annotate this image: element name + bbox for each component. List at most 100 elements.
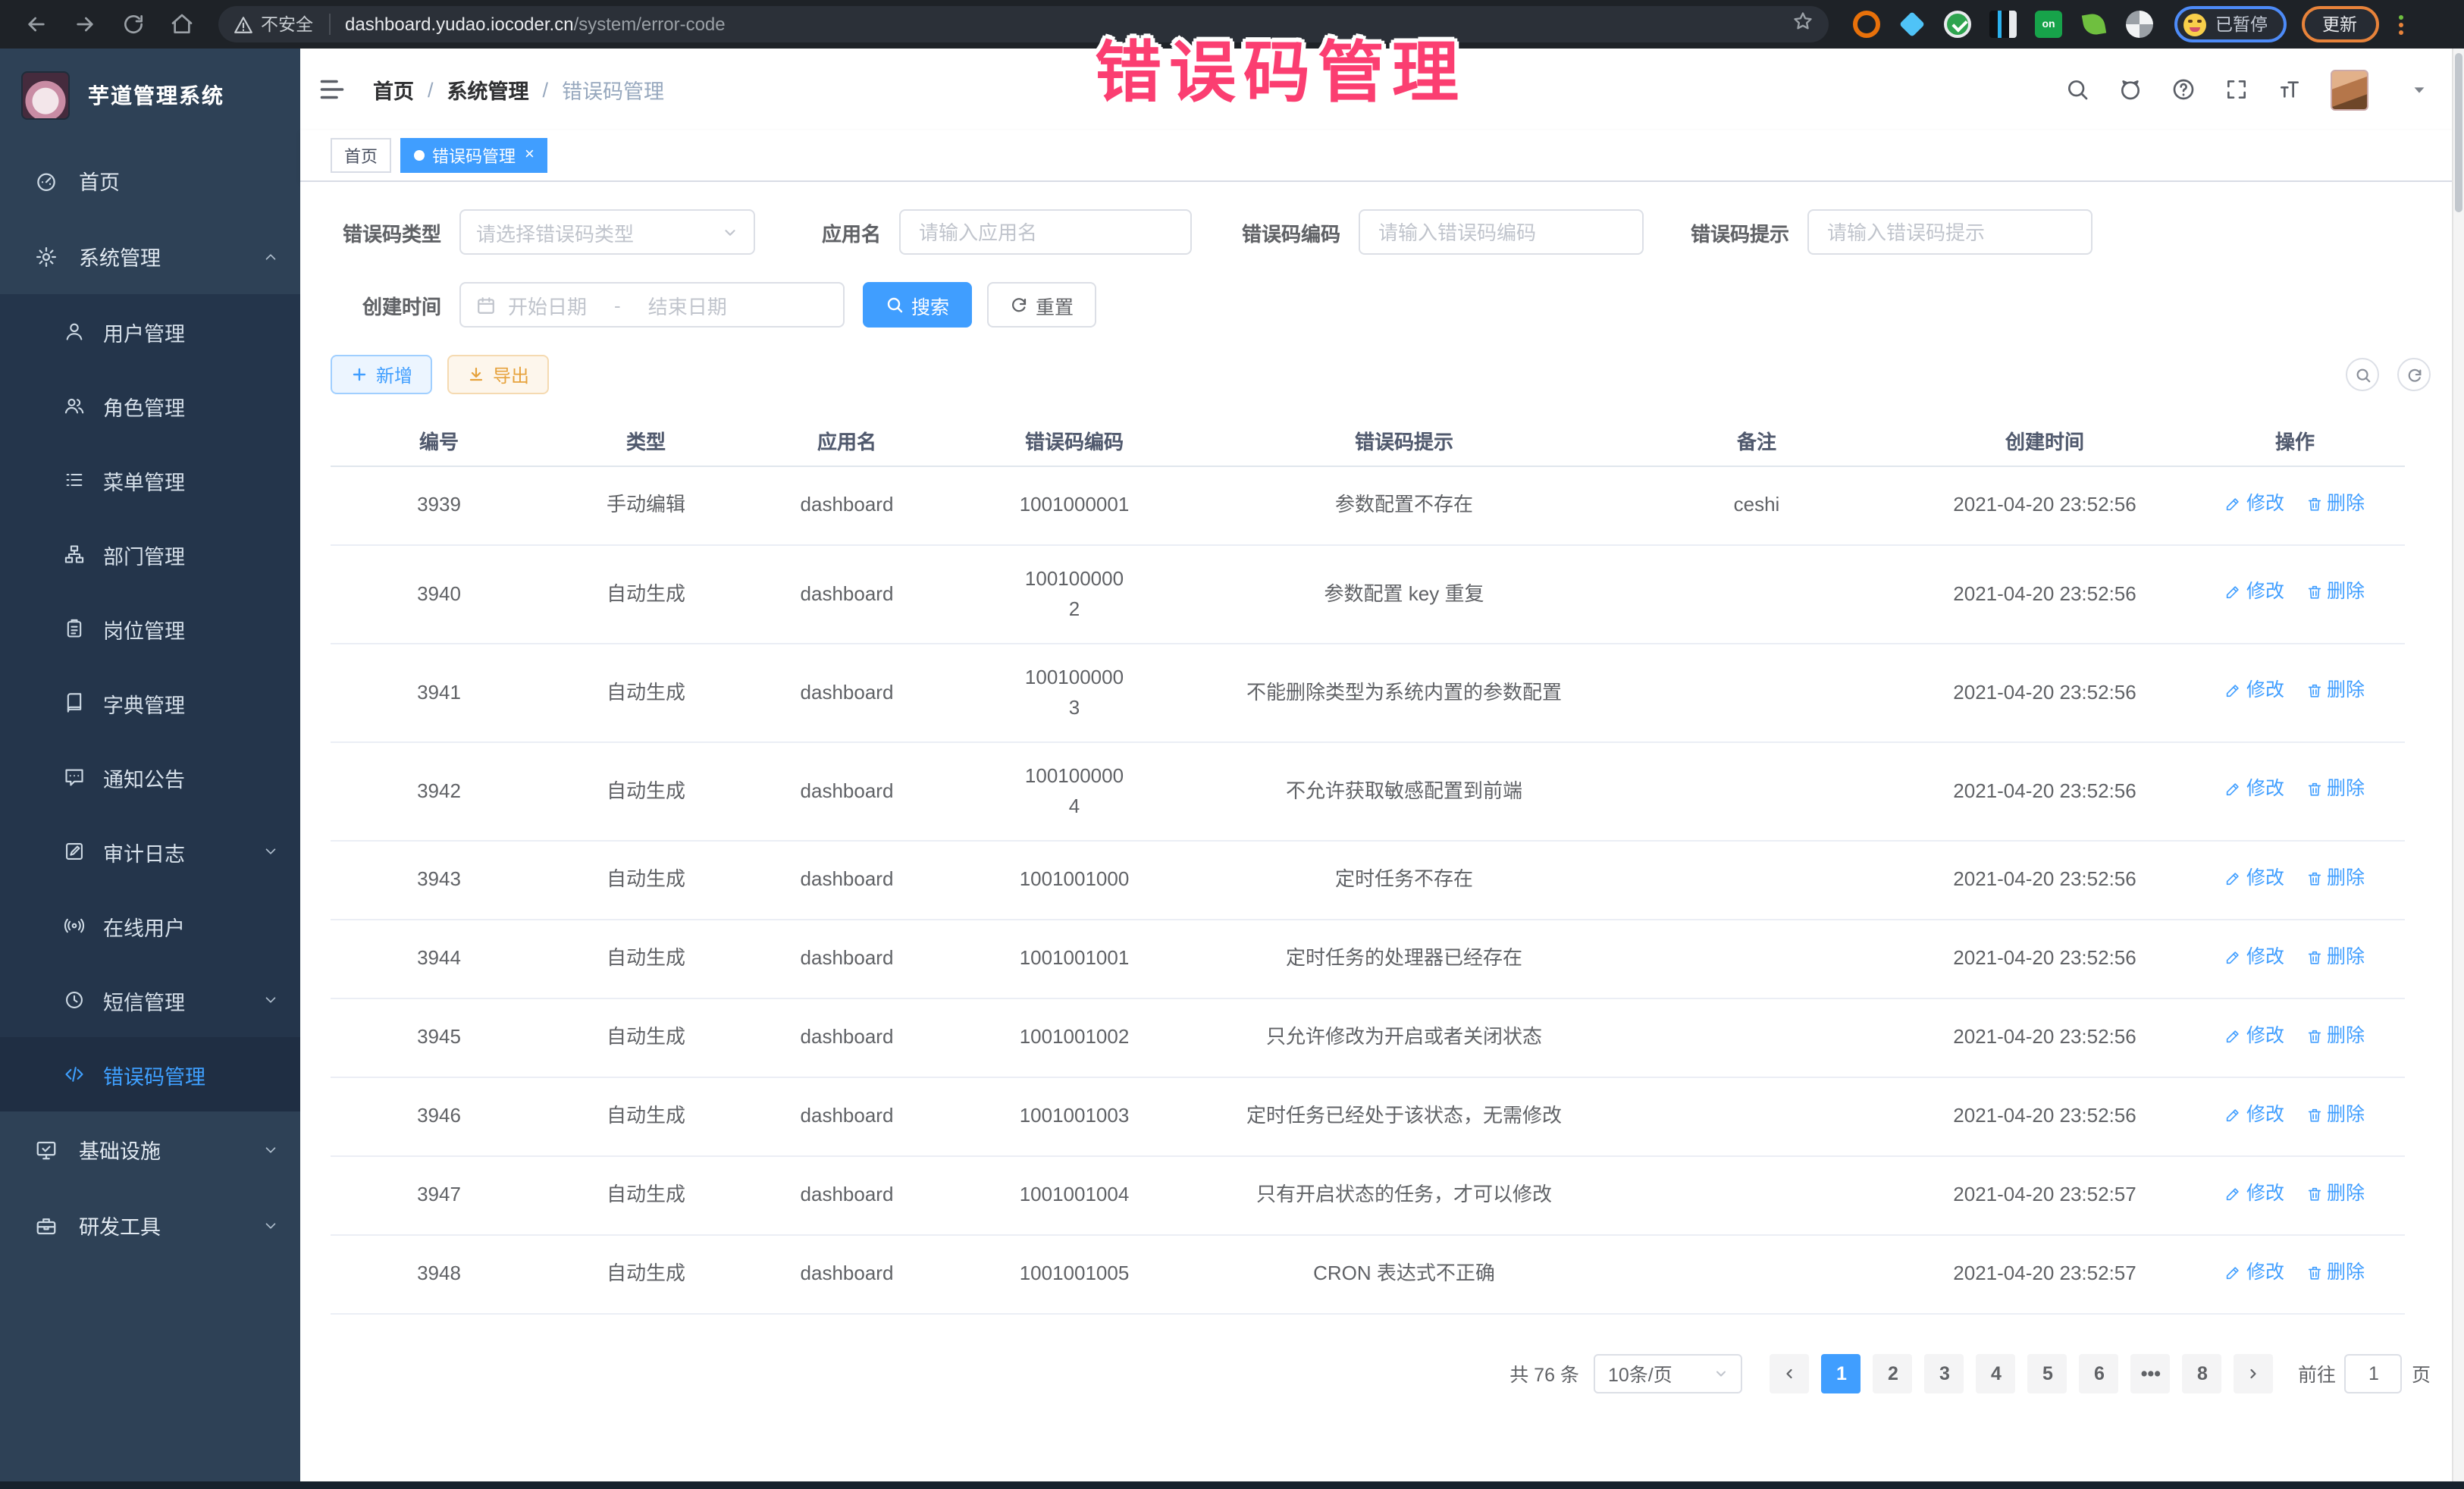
sidebar-item-notice[interactable]: 通知公告	[0, 740, 300, 814]
export-button[interactable]: 导出	[447, 355, 549, 394]
column-header: 错误码编码	[949, 415, 1199, 466]
edit-link[interactable]: 修改	[2225, 1180, 2284, 1208]
delete-link[interactable]: 删除	[2306, 943, 2365, 972]
app-logo[interactable]: 芋道管理系统	[0, 49, 300, 143]
browser-update-button[interactable]: 更新	[2301, 6, 2378, 42]
delete-link[interactable]: 删除	[2306, 1180, 2365, 1208]
sidebar-item-dept[interactable]: 部门管理	[0, 517, 300, 591]
help-icon[interactable]	[2170, 76, 2197, 103]
error-code-field[interactable]	[1359, 209, 1644, 255]
edit-link[interactable]: 修改	[2225, 1022, 2284, 1051]
sidebar-item-dev-tool[interactable]: 研发工具	[0, 1187, 300, 1263]
sidebar-item-error-code[interactable]: 错误码管理	[0, 1037, 300, 1111]
edit-link[interactable]: 修改	[2225, 864, 2284, 893]
extension-gem-icon[interactable]	[1899, 11, 1925, 37]
extension-pinwheel-icon[interactable]	[2126, 11, 2153, 38]
sidebar-item-home[interactable]: 首页	[0, 143, 300, 218]
error-hint-field[interactable]	[1807, 209, 2093, 255]
date-range-picker[interactable]: 开始日期 - 结束日期	[459, 282, 845, 328]
forward-arrow-icon[interactable]	[70, 9, 100, 39]
sidebar-item-user[interactable]: 用户管理	[0, 294, 300, 368]
extension-columns-icon[interactable]	[1989, 11, 2017, 38]
sidebar-item-menu[interactable]: 菜单管理	[0, 443, 300, 517]
sidebar-item-post[interactable]: 岗位管理	[0, 591, 300, 666]
security-warning[interactable]: 不安全	[234, 12, 313, 36]
tag-close-icon[interactable]: ×	[525, 147, 534, 164]
page-button-3[interactable]: 3	[1925, 1353, 1964, 1393]
user-avatar[interactable]	[2331, 69, 2368, 110]
prev-page-button[interactable]	[1770, 1353, 1810, 1393]
sidebar-item-sms[interactable]: 短信管理	[0, 963, 300, 1037]
column-header: 备注	[1609, 415, 1904, 466]
browser-menu-icon[interactable]	[2390, 11, 2412, 38]
delete-link[interactable]: 删除	[2306, 490, 2365, 519]
hamburger-icon[interactable]	[318, 74, 349, 105]
breadcrumb-item[interactable]: 首页	[373, 74, 414, 105]
edit-link[interactable]: 修改	[2225, 943, 2284, 972]
fullscreen-icon[interactable]	[2223, 76, 2250, 103]
next-page-button[interactable]	[2234, 1353, 2274, 1393]
extension-on-icon[interactable]: on	[2035, 11, 2062, 38]
delete-link[interactable]: 删除	[2306, 677, 2365, 706]
page-button-4[interactable]: 4	[1977, 1353, 2016, 1393]
tag-item[interactable]: 首页	[331, 138, 391, 173]
sidebar-item-system[interactable]: 系统管理	[0, 218, 300, 294]
page-button-2[interactable]: 2	[1873, 1353, 1913, 1393]
show-search-button[interactable]	[2346, 358, 2379, 391]
refresh-table-button[interactable]	[2397, 358, 2431, 391]
more-pages-button[interactable]: •••	[2131, 1353, 2171, 1393]
breadcrumb-item[interactable]: 系统管理	[447, 74, 529, 105]
cell-id: 3941	[331, 643, 547, 741]
delete-link[interactable]: 删除	[2306, 1259, 2365, 1287]
sidebar-item-audit-log[interactable]: 审计日志	[0, 814, 300, 889]
delete-link[interactable]: 删除	[2306, 1022, 2365, 1051]
page-button-5[interactable]: 5	[2028, 1353, 2067, 1393]
add-button[interactable]: 新增	[331, 355, 432, 394]
tag-active[interactable]: 错误码管理×	[400, 138, 548, 173]
github-icon[interactable]	[2117, 76, 2144, 103]
sidebar-item-label: 通知公告	[103, 762, 185, 792]
address-bar[interactable]: 不安全 dashboard.yudao.iocoder.cn/system/er…	[218, 6, 1829, 42]
reset-button[interactable]: 重置	[987, 282, 1096, 328]
sidebar-item-role[interactable]: 角色管理	[0, 368, 300, 443]
paused-badge[interactable]: 已暂停	[2174, 6, 2286, 42]
page-size-select[interactable]: 10条/页	[1594, 1353, 1743, 1393]
delete-link[interactable]: 删除	[2306, 776, 2365, 804]
delete-link[interactable]: 删除	[2306, 578, 2365, 607]
error-type-select[interactable]: 请选择错误码类型	[459, 209, 755, 255]
chevron-down-icon	[1714, 1365, 1729, 1381]
app-name-input[interactable]	[916, 219, 1175, 245]
goto-page-input[interactable]	[2345, 1353, 2403, 1393]
page-button-6[interactable]: 6	[2080, 1353, 2119, 1393]
search-button[interactable]: 搜索	[863, 282, 972, 328]
font-size-icon[interactable]	[2276, 76, 2303, 103]
bookmark-star-icon[interactable]	[1792, 10, 1814, 39]
app-name-field[interactable]	[899, 209, 1192, 255]
extension-check-icon[interactable]	[1944, 11, 1971, 38]
delete-link[interactable]: 删除	[2306, 1101, 2365, 1130]
error-code-input[interactable]	[1375, 219, 1627, 245]
edit-link[interactable]: 修改	[2225, 677, 2284, 706]
edit-link[interactable]: 修改	[2225, 490, 2284, 519]
edit-link[interactable]: 修改	[2225, 578, 2284, 607]
page-button-8[interactable]: 8	[2183, 1353, 2222, 1393]
chevron-down-icon	[262, 1141, 279, 1158]
back-arrow-icon[interactable]	[21, 9, 52, 39]
edit-link[interactable]: 修改	[2225, 1259, 2284, 1287]
sidebar-item-infra[interactable]: 基础设施	[0, 1111, 300, 1187]
page-scrollbar[interactable]	[2452, 49, 2464, 1481]
caret-down-icon[interactable]	[2411, 81, 2428, 98]
error-hint-input[interactable]	[1824, 219, 2076, 245]
search-icon[interactable]	[2064, 76, 2091, 103]
reload-icon[interactable]	[118, 9, 149, 39]
sidebar-item-dict[interactable]: 字典管理	[0, 666, 300, 740]
home-icon[interactable]	[167, 9, 197, 39]
edit-link[interactable]: 修改	[2225, 776, 2284, 804]
extension-leaf-icon[interactable]	[2082, 12, 2106, 36]
delete-link[interactable]: 删除	[2306, 864, 2365, 893]
sidebar-item-online-user[interactable]: 在线用户	[0, 889, 300, 963]
edit-link[interactable]: 修改	[2225, 1101, 2284, 1130]
scrollbar-thumb[interactable]	[2455, 53, 2462, 212]
page-button-1[interactable]: 1	[1822, 1353, 1861, 1393]
extension-orange-icon[interactable]	[1853, 11, 1880, 38]
